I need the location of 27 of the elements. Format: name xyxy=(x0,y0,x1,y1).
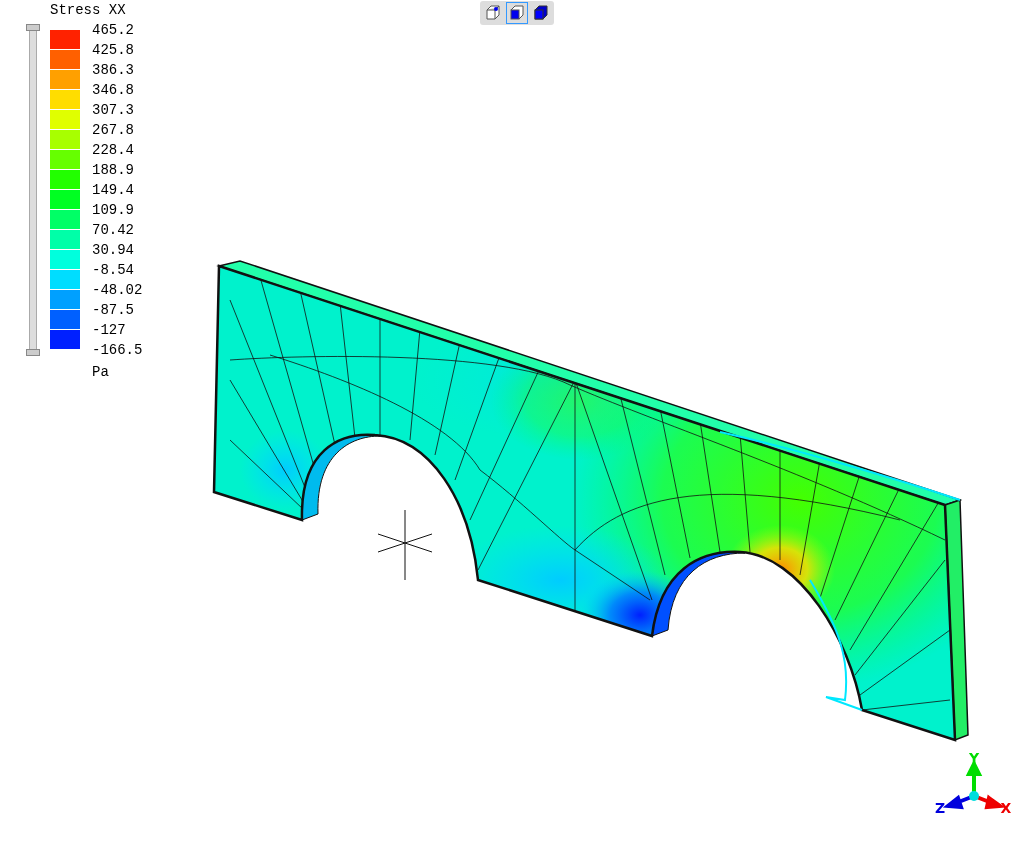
legend-title: Stress XX xyxy=(50,1,127,19)
legend-value: -8.54 xyxy=(92,262,134,278)
legend-value: -127 xyxy=(92,322,126,338)
axis-label: Z xyxy=(934,800,946,816)
legend-value: 346.8 xyxy=(92,82,134,98)
legend-value: -166.5 xyxy=(92,342,143,358)
legend-value: 228.4 xyxy=(92,142,134,158)
cube-icon xyxy=(532,4,550,22)
legend-value: 149.4 xyxy=(92,182,134,198)
axis-label: X xyxy=(1000,800,1012,816)
legend-value: 307.3 xyxy=(92,102,134,118)
legend-value: 425.8 xyxy=(92,42,134,58)
view-mode-button[interactable] xyxy=(506,2,528,24)
legend-value: -48.02 xyxy=(92,282,143,298)
legend-value: 30.94 xyxy=(92,242,134,258)
legend-value: 386.3 xyxy=(92,62,134,78)
legend-value: 465.2 xyxy=(92,22,134,38)
legend-value: 188.9 xyxy=(92,162,134,178)
unit-label: Pa xyxy=(92,364,110,380)
legend-value: -87.5 xyxy=(92,302,134,318)
legend-value: 267.8 xyxy=(92,122,134,138)
crosshair-icon xyxy=(377,509,433,581)
legend-value: 109.9 xyxy=(92,202,134,218)
cube-icon xyxy=(484,4,502,22)
cube-icon xyxy=(508,4,526,22)
origin-icon xyxy=(969,791,979,801)
legend-value: 70.42 xyxy=(92,222,134,238)
